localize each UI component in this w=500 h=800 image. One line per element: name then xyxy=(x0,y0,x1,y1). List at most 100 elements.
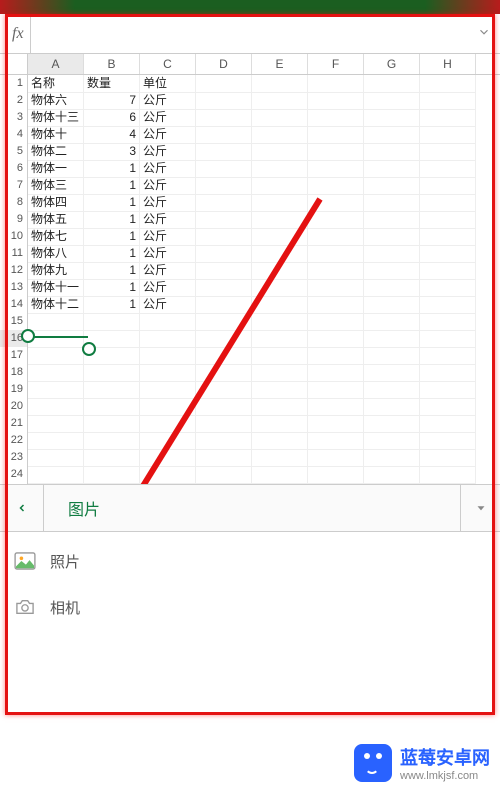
cell[interactable] xyxy=(28,415,84,433)
cell[interactable]: 7 xyxy=(84,92,140,110)
row-header-3[interactable]: 3 xyxy=(0,109,28,127)
cell[interactable] xyxy=(364,415,420,433)
cell[interactable] xyxy=(252,143,308,161)
cell[interactable]: 物体一 xyxy=(28,160,84,178)
cell[interactable] xyxy=(308,194,364,212)
cell[interactable] xyxy=(308,92,364,110)
row-header-24[interactable]: 24 xyxy=(0,466,28,484)
cell[interactable] xyxy=(140,483,196,484)
cell[interactable]: 公斤 xyxy=(140,262,196,280)
cell[interactable]: 1 xyxy=(84,245,140,263)
cell[interactable] xyxy=(364,449,420,467)
cell[interactable] xyxy=(420,347,476,365)
cell[interactable] xyxy=(196,415,252,433)
row-header-17[interactable]: 17 xyxy=(0,347,28,365)
cell[interactable] xyxy=(364,160,420,178)
cell[interactable] xyxy=(364,364,420,382)
cell[interactable]: 公斤 xyxy=(140,245,196,263)
cell[interactable]: 物体四 xyxy=(28,194,84,212)
cell[interactable] xyxy=(420,483,476,484)
formula-input[interactable] xyxy=(31,14,474,53)
cell[interactable]: 公斤 xyxy=(140,211,196,229)
cell[interactable] xyxy=(252,381,308,399)
cell[interactable] xyxy=(28,313,84,331)
cell[interactable] xyxy=(196,432,252,450)
row-header-2[interactable]: 2 xyxy=(0,92,28,110)
cell[interactable] xyxy=(420,109,476,127)
cell[interactable] xyxy=(364,398,420,416)
cell[interactable]: 公斤 xyxy=(140,228,196,246)
cell[interactable]: 1 xyxy=(84,296,140,314)
cell[interactable] xyxy=(420,330,476,348)
cell[interactable] xyxy=(364,279,420,297)
cell[interactable] xyxy=(196,398,252,416)
row-header-12[interactable]: 12 xyxy=(0,262,28,280)
cell[interactable] xyxy=(420,432,476,450)
cell[interactable] xyxy=(84,381,140,399)
cell[interactable] xyxy=(84,364,140,382)
cell[interactable] xyxy=(28,483,84,484)
cell[interactable] xyxy=(28,398,84,416)
cell[interactable] xyxy=(196,262,252,280)
cell[interactable]: 1 xyxy=(84,262,140,280)
cell[interactable] xyxy=(420,211,476,229)
cell[interactable] xyxy=(196,449,252,467)
cell[interactable]: 4 xyxy=(84,126,140,144)
cell[interactable] xyxy=(196,381,252,399)
cell[interactable]: 物体五 xyxy=(28,211,84,229)
cell[interactable]: 公斤 xyxy=(140,279,196,297)
cell[interactable] xyxy=(140,381,196,399)
cell[interactable] xyxy=(420,194,476,212)
cell[interactable] xyxy=(28,347,84,365)
cell[interactable] xyxy=(420,466,476,484)
row-header-6[interactable]: 6 xyxy=(0,160,28,178)
cell[interactable] xyxy=(196,330,252,348)
panel-option-photos[interactable]: 照片 xyxy=(0,538,500,584)
cell[interactable] xyxy=(84,398,140,416)
cell[interactable]: 1 xyxy=(84,279,140,297)
cell[interactable] xyxy=(252,211,308,229)
cell[interactable] xyxy=(140,313,196,331)
row-header-9[interactable]: 9 xyxy=(0,211,28,229)
column-header-G[interactable]: G xyxy=(364,54,420,74)
chevron-down-icon[interactable] xyxy=(474,25,494,42)
cell[interactable] xyxy=(196,143,252,161)
cell[interactable] xyxy=(84,347,140,365)
cell[interactable]: 物体九 xyxy=(28,262,84,280)
cell[interactable] xyxy=(308,313,364,331)
cell[interactable]: 物体二 xyxy=(28,143,84,161)
cell[interactable] xyxy=(196,211,252,229)
cell[interactable] xyxy=(364,109,420,127)
cell[interactable]: 1 xyxy=(84,160,140,178)
cell[interactable] xyxy=(140,449,196,467)
panel-option-camera[interactable]: 相机 xyxy=(0,584,500,630)
cell[interactable]: 1 xyxy=(84,194,140,212)
cell[interactable] xyxy=(364,381,420,399)
row-header-18[interactable]: 18 xyxy=(0,364,28,382)
row-header-14[interactable]: 14 xyxy=(0,296,28,314)
panel-more-button[interactable] xyxy=(460,485,500,531)
cell[interactable] xyxy=(308,262,364,280)
cell[interactable] xyxy=(364,228,420,246)
cell[interactable] xyxy=(252,279,308,297)
row-header-11[interactable]: 11 xyxy=(0,245,28,263)
cell[interactable] xyxy=(420,75,476,93)
cell[interactable] xyxy=(308,347,364,365)
cell[interactable] xyxy=(196,279,252,297)
cell[interactable]: 物体七 xyxy=(28,228,84,246)
row-header-8[interactable]: 8 xyxy=(0,194,28,212)
cell[interactable] xyxy=(308,75,364,93)
cell[interactable]: 名称 xyxy=(28,75,84,93)
cell[interactable] xyxy=(28,364,84,382)
select-all-corner[interactable] xyxy=(0,54,28,74)
cell[interactable]: 公斤 xyxy=(140,296,196,314)
cell[interactable] xyxy=(364,313,420,331)
column-header-B[interactable]: B xyxy=(84,54,140,74)
row-header-16[interactable]: 16 xyxy=(0,330,28,348)
cell[interactable] xyxy=(420,245,476,263)
cell[interactable] xyxy=(420,228,476,246)
cell[interactable] xyxy=(196,466,252,484)
cell[interactable] xyxy=(364,466,420,484)
cell[interactable] xyxy=(252,483,308,484)
cell[interactable]: 公斤 xyxy=(140,126,196,144)
